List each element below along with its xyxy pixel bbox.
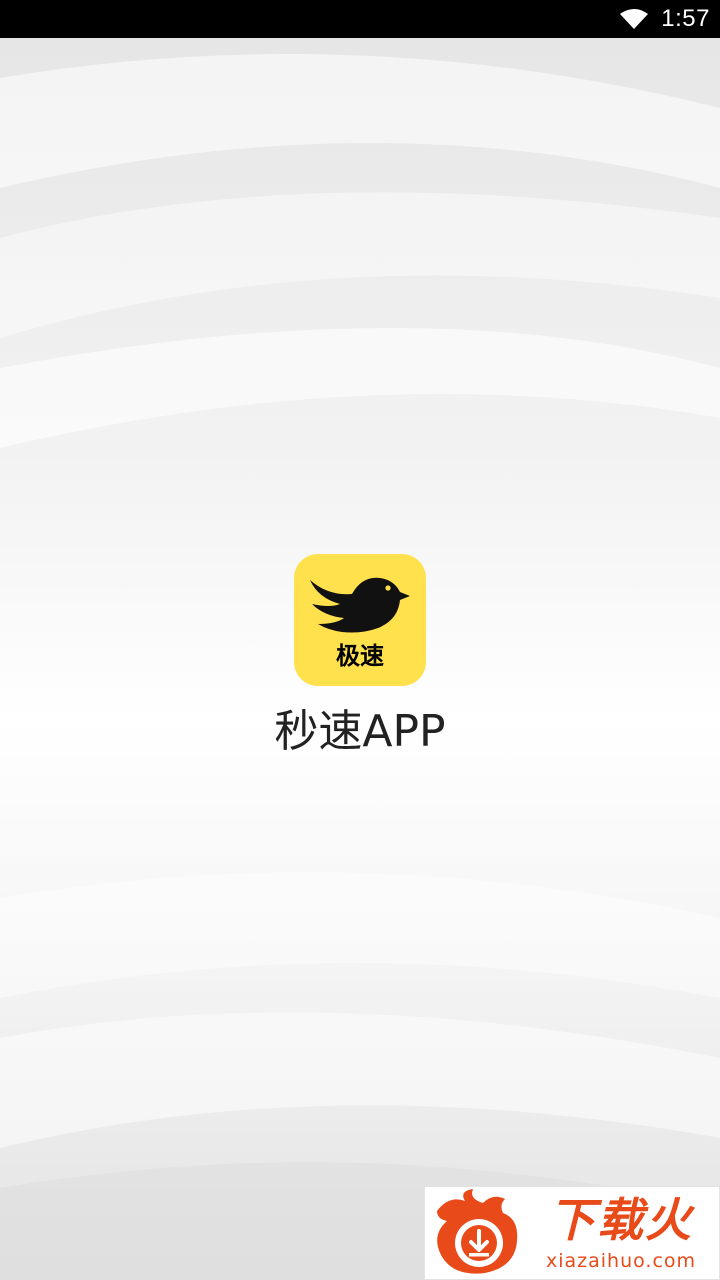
icon-label: 极速 [336,642,384,670]
watermark-logo: 下载火 xiazaihuo.com [424,1186,720,1280]
bird-icon [310,577,410,633]
wifi-icon [620,9,649,29]
app-icon: 极速 [294,554,426,686]
app-name: 秒速APP [274,706,446,757]
watermark-title: 下载火 [549,1193,693,1247]
flame-download-icon [437,1189,518,1274]
status-time: 1:57 [661,5,710,32]
splash-screen: 1:57 极速 秒速APP 下载火 xiazaihuo.com [0,0,720,1280]
watermark-domain: xiazaihuo.com [545,1250,697,1272]
status-bar: 1:57 [0,0,720,38]
